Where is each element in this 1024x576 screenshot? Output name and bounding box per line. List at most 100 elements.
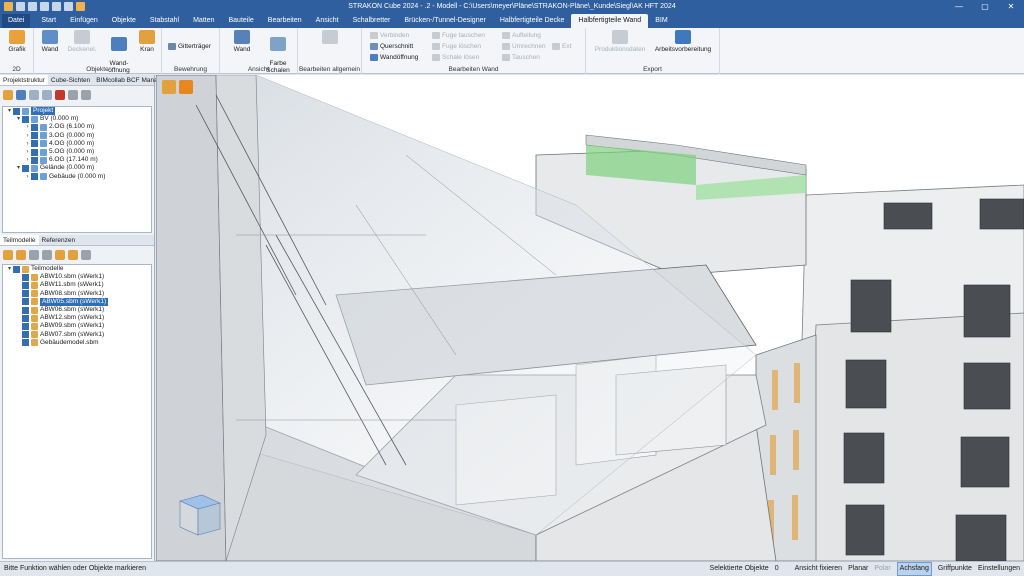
expander-icon[interactable]: ▾ bbox=[6, 107, 13, 115]
nav-cube[interactable] bbox=[179, 494, 221, 536]
tab-stabstahl[interactable]: Stabstahl bbox=[143, 14, 186, 28]
produktionsdaten-button[interactable]: Produktionsdaten bbox=[592, 30, 648, 53]
app-icon[interactable] bbox=[4, 2, 13, 11]
move-up-icon[interactable] bbox=[55, 250, 65, 260]
visibility-checkbox[interactable] bbox=[13, 265, 20, 273]
visibility-checkbox[interactable] bbox=[22, 290, 29, 298]
model-tree-item[interactable]: ABW09.sbm (sWerk1) bbox=[3, 322, 151, 330]
visibility-checkbox[interactable] bbox=[31, 140, 38, 148]
delete-icon[interactable] bbox=[68, 90, 78, 100]
project-tree-item[interactable]: › 4.OG (0.000 m) bbox=[3, 140, 151, 148]
import-model-icon[interactable] bbox=[16, 250, 26, 260]
tab-referenzen[interactable]: Referenzen bbox=[39, 235, 79, 245]
model-tree-item[interactable]: ABW12.sbm (sWerk1) bbox=[3, 314, 151, 322]
visibility-checkbox[interactable] bbox=[22, 322, 29, 330]
visibility-checkbox[interactable] bbox=[13, 107, 20, 115]
umrechnen-button[interactable]: Umrechnen bbox=[502, 42, 546, 51]
visibility-checkbox[interactable] bbox=[31, 173, 38, 181]
tab-start[interactable]: Start bbox=[34, 14, 63, 28]
project-tree-item[interactable]: › 5.OG (0.000 m) bbox=[3, 148, 151, 156]
expander-icon[interactable]: › bbox=[24, 173, 31, 181]
add-model-icon[interactable] bbox=[3, 250, 13, 260]
visibility-checkbox[interactable] bbox=[22, 164, 29, 172]
verbinden-button[interactable]: Verbinden bbox=[370, 31, 409, 40]
save-icon[interactable] bbox=[40, 2, 49, 11]
ansicht-wand-button[interactable]: Wand bbox=[228, 30, 256, 53]
undo-icon[interactable] bbox=[52, 2, 61, 11]
model-tree-item[interactable]: ABW05.sbm (sWerk1) bbox=[3, 297, 151, 306]
copy-icon[interactable] bbox=[81, 90, 91, 100]
schale-loesen-button[interactable]: Schale lösen bbox=[432, 53, 479, 62]
expander-icon[interactable]: ▾ bbox=[6, 265, 13, 273]
redo-icon[interactable] bbox=[64, 2, 73, 11]
visibility-checkbox[interactable] bbox=[31, 123, 38, 131]
project-tree-item[interactable]: › 2.OG (6.100 m) bbox=[3, 123, 151, 131]
model-tree-item[interactable]: ABW10.sbm (sWerk1) bbox=[3, 273, 151, 281]
model-tree-item[interactable]: ABW07.sbm (sWerk1) bbox=[3, 331, 151, 339]
project-tree-item[interactable]: ▾ Gelände (0.000 m) bbox=[3, 164, 151, 172]
model-tree-item[interactable]: ABW11.sbm (sWerk1) bbox=[3, 281, 151, 289]
visibility-checkbox[interactable] bbox=[22, 339, 29, 347]
expander-icon[interactable]: ▾ bbox=[15, 164, 22, 172]
render-mode-icon[interactable] bbox=[179, 80, 193, 94]
visibility-checkbox[interactable] bbox=[22, 314, 29, 322]
visibility-checkbox[interactable] bbox=[31, 132, 38, 140]
tab-bauteile[interactable]: Bauteile bbox=[222, 14, 261, 28]
minimize-button[interactable]: — bbox=[946, 0, 972, 13]
project-tree-item[interactable]: › 6.OG (17.140 m) bbox=[3, 156, 151, 164]
expander-icon[interactable]: ▾ bbox=[15, 115, 22, 123]
status-toggle-polar[interactable]: Polar bbox=[874, 562, 890, 576]
visibility-checkbox[interactable] bbox=[22, 331, 29, 339]
link-icon[interactable] bbox=[29, 250, 39, 260]
visibility-checkbox[interactable] bbox=[22, 306, 29, 314]
expander-icon[interactable]: › bbox=[24, 148, 31, 156]
project-tree-item[interactable]: ▾ BV (0.000 m) bbox=[3, 115, 151, 123]
tab-schalbretter[interactable]: Schalbretter bbox=[346, 14, 398, 28]
tab-bim[interactable]: BIM bbox=[648, 14, 674, 28]
arbeitsvorbereitung-button[interactable]: Arbeitsvorbereitung bbox=[650, 30, 716, 53]
add-level-icon[interactable] bbox=[3, 90, 13, 100]
status-toggle-planar[interactable]: Planar bbox=[848, 562, 868, 576]
visibility-checkbox[interactable] bbox=[31, 148, 38, 156]
home-icon[interactable] bbox=[16, 90, 26, 100]
fuge-tauschen-button[interactable]: Fuge tauschen bbox=[432, 31, 485, 40]
model-tree-item[interactable]: ABW08.sbm (sWerk1) bbox=[3, 290, 151, 298]
3d-viewport[interactable] bbox=[156, 75, 1024, 561]
visibility-checkbox[interactable] bbox=[22, 281, 29, 289]
kran-button[interactable]: Kran bbox=[134, 30, 160, 53]
model-tree-item[interactable]: ABW06.sbm (sWerk1) bbox=[3, 306, 151, 314]
new-icon[interactable] bbox=[16, 2, 25, 11]
edit-model-icon[interactable] bbox=[42, 250, 52, 260]
grafik-button[interactable]: Grafik bbox=[3, 30, 31, 53]
aufteilung-button[interactable]: Aufteilung bbox=[502, 31, 541, 40]
project-tree-item[interactable]: › Gebäude (0.000 m) bbox=[3, 173, 151, 181]
status-toggle-griffpunkte[interactable]: Griffpunkte bbox=[938, 562, 972, 576]
edit-icon[interactable] bbox=[55, 90, 65, 100]
print-icon[interactable] bbox=[76, 2, 85, 11]
expander-icon[interactable]: › bbox=[24, 123, 31, 131]
level-down-icon[interactable] bbox=[42, 90, 52, 100]
tab-halbfertigteile-decke[interactable]: Halbfertigteile Decke bbox=[493, 14, 572, 28]
wandoeffnung-edit-button[interactable]: Wandöffnung bbox=[370, 53, 418, 62]
tab-halbfertigteile-wand[interactable]: Halbfertigteile Wand bbox=[571, 14, 649, 28]
tab-cube-sichten[interactable]: Cube-Sichten bbox=[48, 75, 93, 85]
building-3d-scene[interactable] bbox=[156, 75, 1024, 561]
querschnitt-button[interactable]: Querschnitt bbox=[370, 42, 413, 51]
tab-datei[interactable]: Datei bbox=[2, 14, 31, 28]
visibility-checkbox[interactable] bbox=[31, 156, 38, 164]
status-toggle-achsfang[interactable]: Achsfang bbox=[896, 562, 932, 576]
project-tree-item[interactable]: ▾ Projekt bbox=[3, 107, 151, 116]
move-down-icon[interactable] bbox=[68, 250, 78, 260]
tab-objekte[interactable]: Objekte bbox=[105, 14, 143, 28]
open-icon[interactable] bbox=[28, 2, 37, 11]
status-toggle-einstellungen[interactable]: Einstellungen bbox=[978, 562, 1020, 576]
tab-bearbeiten[interactable]: Bearbeiten bbox=[261, 14, 309, 28]
view-settings-icon[interactable] bbox=[162, 80, 176, 94]
tab-projektstruktur[interactable]: Projektstruktur bbox=[0, 75, 48, 85]
fuge-loeschen-button[interactable]: Fuge löschen bbox=[432, 42, 481, 51]
visibility-checkbox[interactable] bbox=[22, 298, 29, 306]
gittertraeger-button[interactable]: Gitterträger bbox=[168, 42, 211, 51]
eigenschaften-button[interactable] bbox=[316, 30, 344, 46]
project-tree-item[interactable]: › 3.OG (0.000 m) bbox=[3, 132, 151, 140]
ext-button[interactable]: Ext bbox=[552, 42, 571, 51]
